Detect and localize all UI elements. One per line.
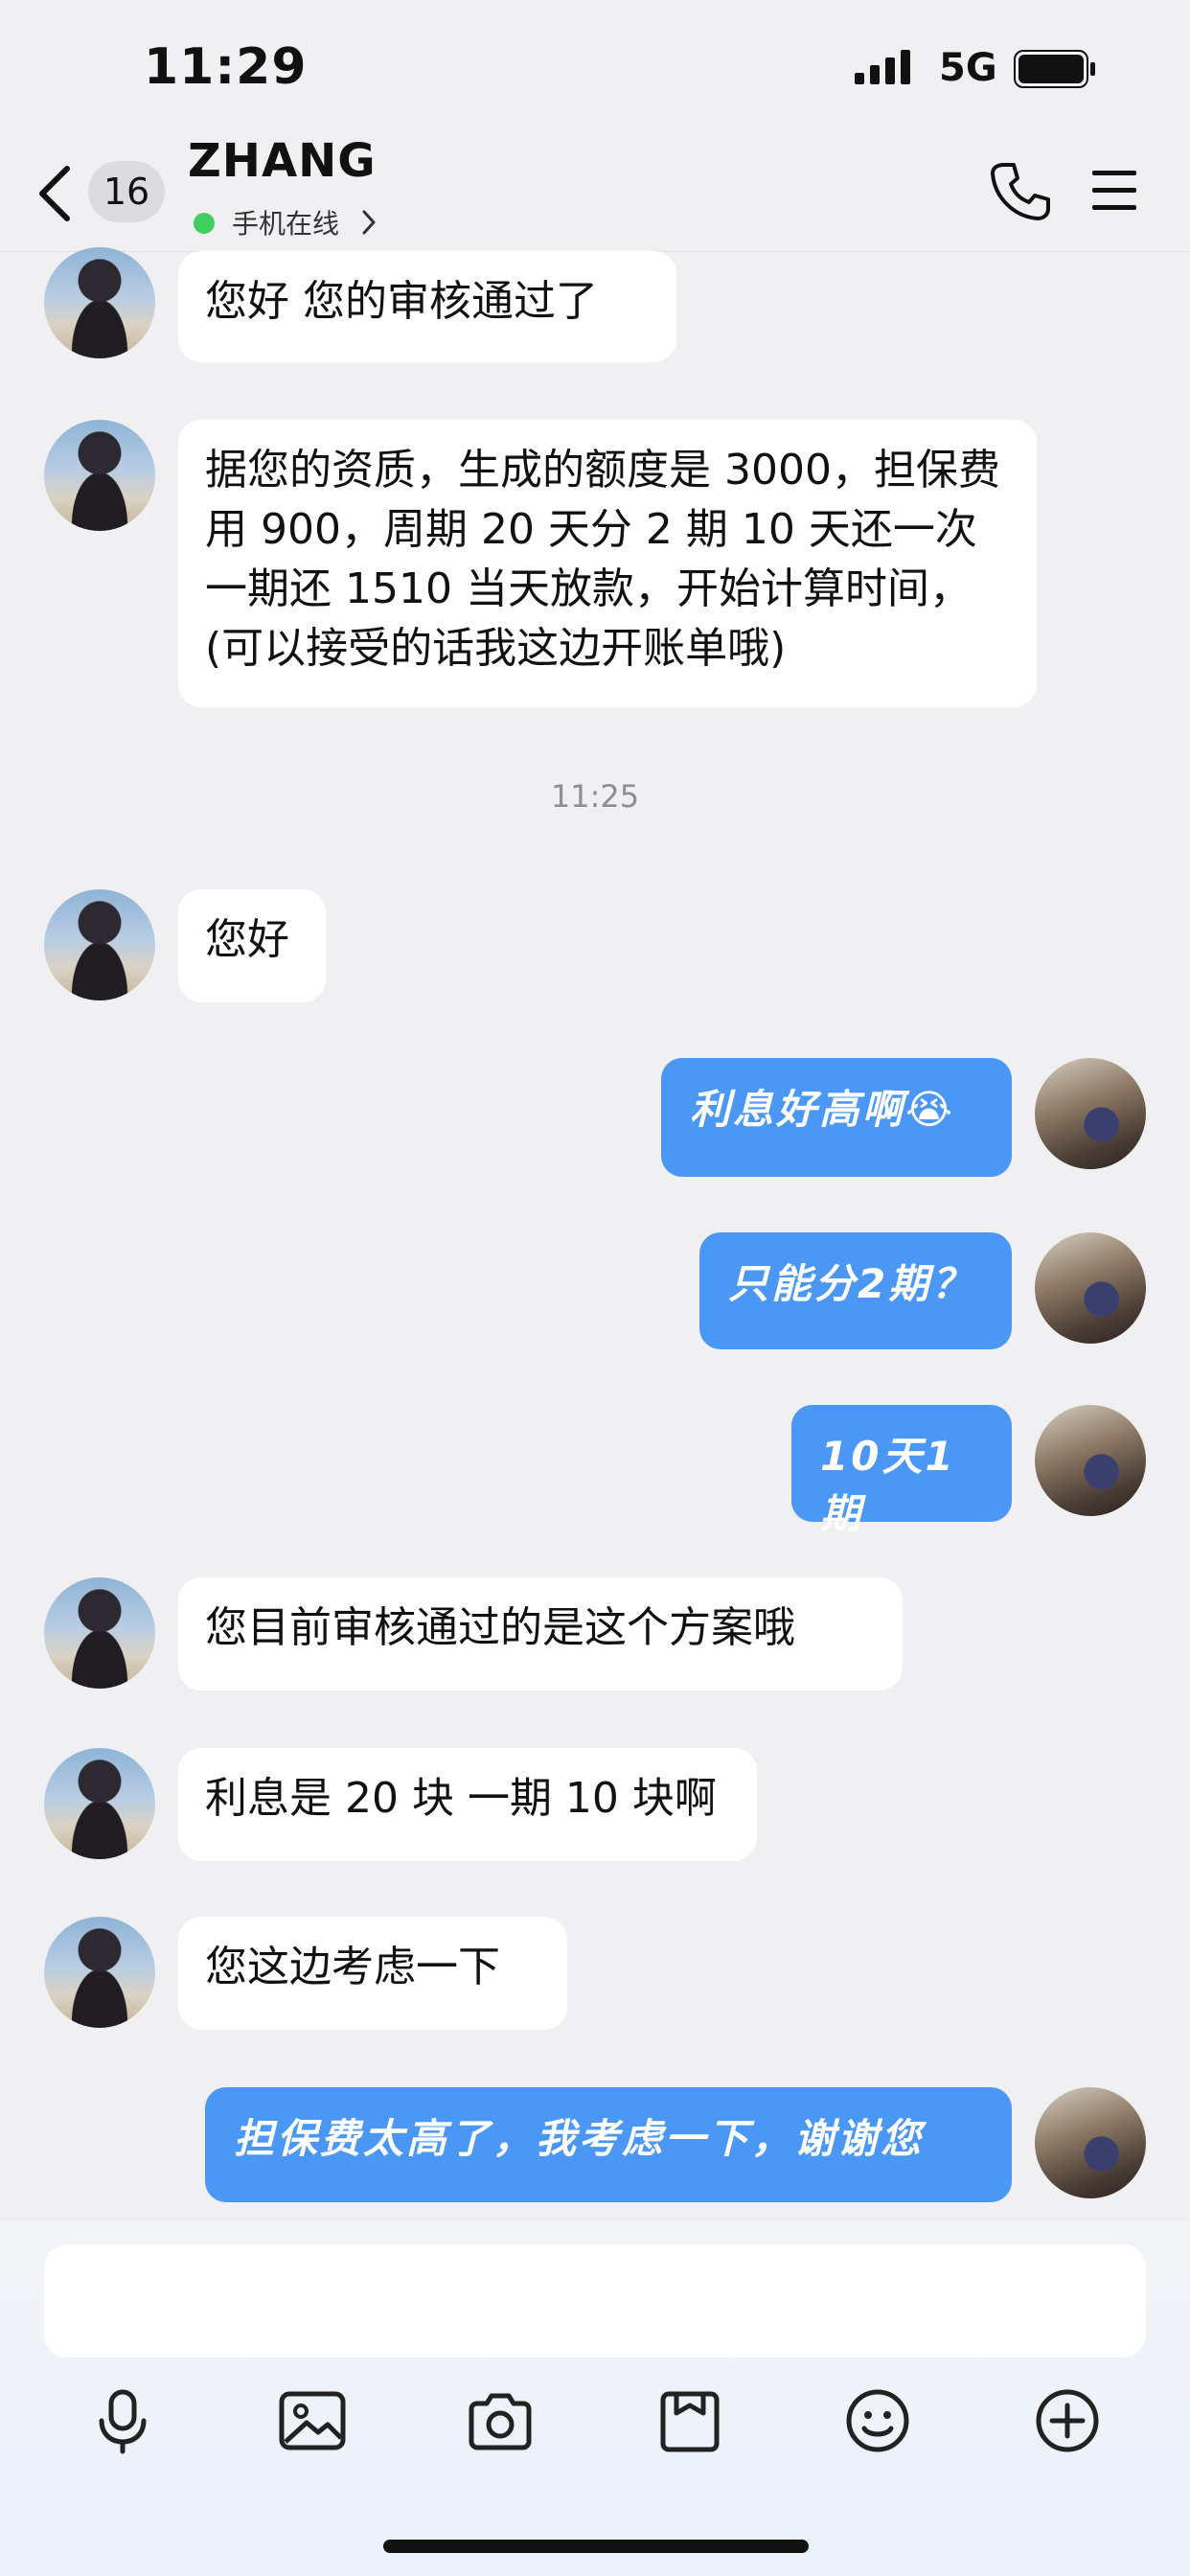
emoji-icon[interactable]: [843, 2386, 912, 2455]
message-bubble[interactable]: 您好 您的审核通过了: [178, 251, 676, 362]
message-text: 您目前审核通过的是这个方案哦: [205, 1603, 795, 1652]
message-text: 您好: [205, 915, 289, 964]
camera-icon[interactable]: [466, 2386, 535, 2455]
my-avatar[interactable]: [1035, 1058, 1146, 1169]
message-bubble[interactable]: 利息是 20 块 一期 10 块啊: [178, 1748, 757, 1861]
message-bubble-self[interactable]: 10天1期: [791, 1405, 1012, 1537]
message-text: 据您的资质，生成的额度是 3000，担保费用 900，周期 20 天分 2 期 …: [205, 446, 1000, 673]
message-bubble[interactable]: 您这边考虑一下: [178, 1917, 567, 2030]
message-bubble[interactable]: 据您的资质，生成的额度是 3000，担保费用 900，周期 20 天分 2 期 …: [178, 420, 1037, 707]
my-avatar[interactable]: [1035, 1405, 1146, 1516]
my-avatar[interactable]: [1035, 2087, 1146, 2198]
chevron-right-icon[interactable]: [360, 209, 378, 236]
message-input[interactable]: [44, 2244, 1146, 2358]
message-text: 利息好高啊: [690, 1086, 906, 1133]
back-chevron-icon[interactable]: [36, 165, 75, 222]
message-text: 担保费太高了，我考虑一下，谢谢您: [234, 2115, 925, 2162]
contact-avatar[interactable]: [44, 420, 155, 531]
contact-avatar[interactable]: [44, 1577, 155, 1689]
microphone-icon[interactable]: [88, 2386, 157, 2455]
crying-emoji-icon: 😭: [905, 1086, 956, 1133]
status-time: 11:29: [144, 38, 308, 96]
presence-text[interactable]: 手机在线: [232, 203, 339, 242]
message-text: 10天1期: [820, 1433, 956, 1537]
message-text: 您这边考虑一下: [205, 1943, 500, 1991]
folder-icon[interactable]: [655, 2386, 724, 2455]
message-text: 利息是 20 块 一期 10 块啊: [205, 1774, 717, 1823]
image-icon[interactable]: [278, 2386, 347, 2455]
network-label: 5G: [939, 46, 997, 90]
message-text: 只能分2期？: [728, 1260, 975, 1307]
contact-avatar[interactable]: [44, 889, 155, 1000]
signal-icon: [855, 50, 910, 84]
plus-icon[interactable]: [1033, 2386, 1102, 2455]
message-bubble-self[interactable]: 利息好高啊😭: [661, 1058, 1012, 1177]
my-avatar[interactable]: [1035, 1232, 1146, 1344]
home-indicator[interactable]: [383, 2540, 809, 2553]
message-bubble-self[interactable]: 只能分2期？: [699, 1232, 1012, 1349]
status-bar: 11:29 5G: [0, 0, 1190, 144]
contact-name[interactable]: ZHANG: [188, 134, 377, 188]
online-status-icon: [194, 213, 215, 234]
message-text: 您好 您的审核通过了: [205, 277, 598, 326]
contact-avatar[interactable]: [44, 1748, 155, 1859]
menu-icon[interactable]: [1090, 169, 1138, 213]
unread-badge[interactable]: 16: [88, 161, 165, 222]
message-bubble[interactable]: 您好: [178, 889, 326, 1002]
message-timestamp: 11:25: [550, 778, 640, 815]
contact-avatar[interactable]: [44, 1917, 155, 2028]
message-bubble-self[interactable]: 担保费太高了，我考虑一下，谢谢您: [205, 2087, 1012, 2202]
battery-icon: [1014, 50, 1095, 88]
message-bubble[interactable]: 您目前审核通过的是这个方案哦: [178, 1577, 903, 1690]
phone-icon[interactable]: [991, 161, 1050, 220]
contact-avatar[interactable]: [44, 247, 155, 358]
